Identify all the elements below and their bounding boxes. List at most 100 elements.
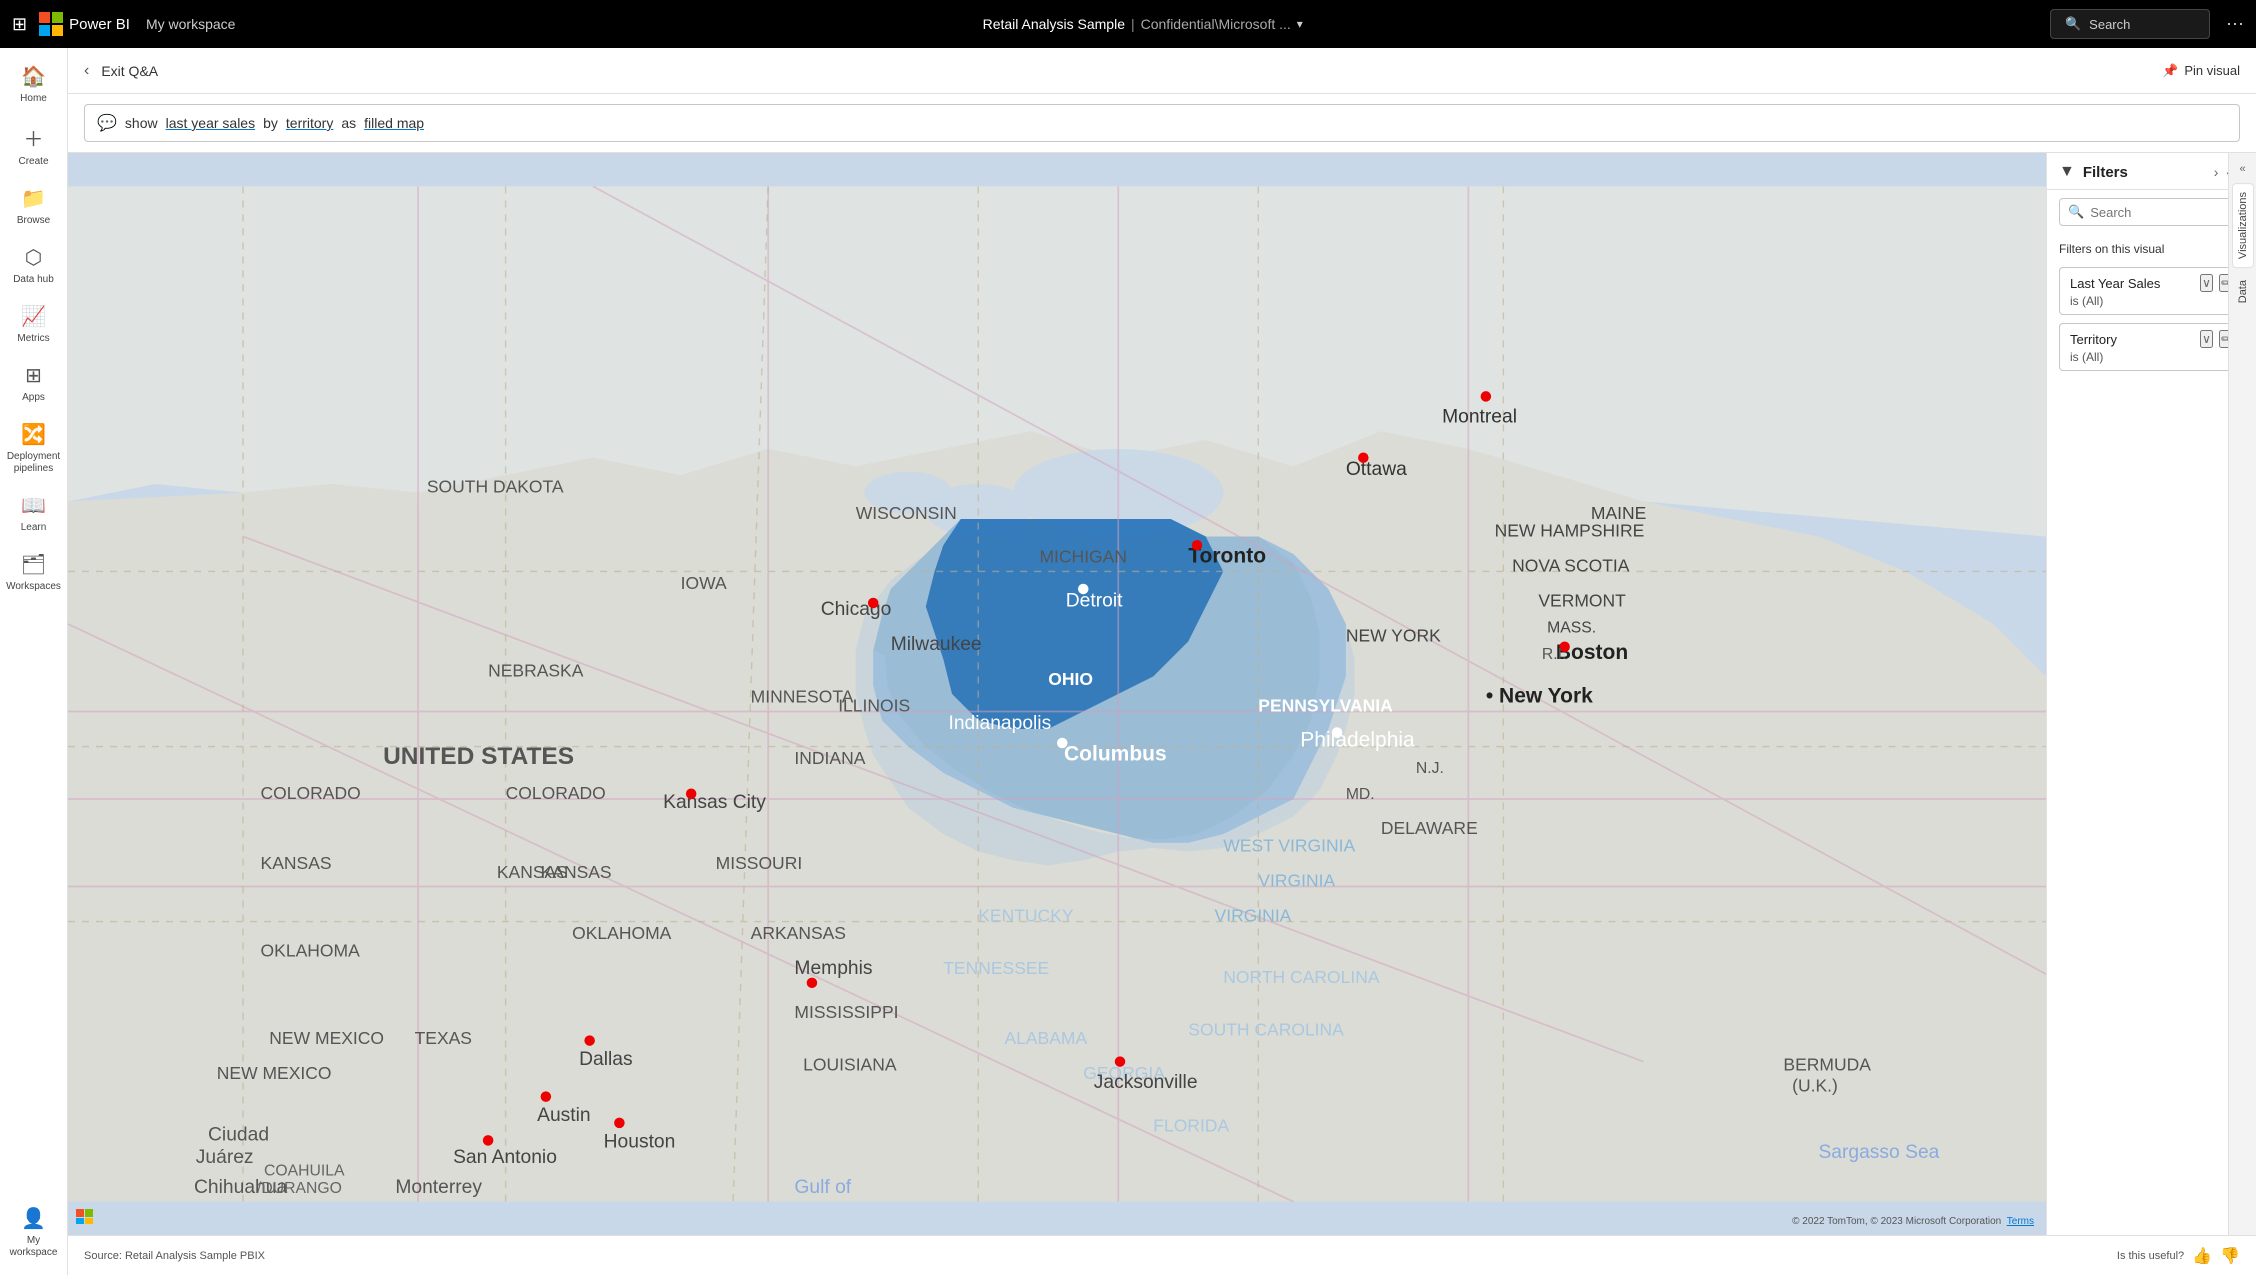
svg-text:NEW HAMPSHIRE: NEW HAMPSHIRE [1495,520,1645,540]
svg-text:SOUTH CAROLINA: SOUTH CAROLINA [1188,1019,1344,1039]
back-button[interactable]: ‹ [84,62,89,80]
title-chevron-icon[interactable]: ▾ [1297,17,1303,31]
svg-text:Dallas: Dallas [579,1049,633,1070]
grid-icon[interactable]: ⊞ [12,14,27,35]
thumbs-down-button[interactable]: 👎 [2220,1246,2240,1266]
main-layout: 🏠 Home ＋ Create 📁 Browse ⬡ Data hub 📈 Me… [0,48,2256,1275]
report-title: Retail Analysis Sample [983,16,1125,32]
svg-text:MASS.: MASS. [1547,620,1596,637]
svg-text:KANSAS: KANSAS [541,862,612,882]
svg-text:Indianapolis: Indianapolis [948,713,1051,734]
svg-text:Ottawa: Ottawa [1346,459,1407,480]
learn-icon: 📖 [21,493,46,518]
sidebar-item-workspaces[interactable]: 🗂 Workspaces [0,544,67,601]
filter-item-territory-header: Territory ∨ ✏ [2070,330,2233,348]
svg-text:San Antonio: San Antonio [453,1147,557,1168]
svg-text:NEW MEXICO: NEW MEXICO [269,1028,384,1048]
sidebar-label-datahub: Data hub [13,274,54,286]
filter-value-territory: is (All) [2070,350,2233,364]
svg-text:Jacksonville: Jacksonville [1094,1072,1198,1093]
svg-text:N.J.: N.J. [1416,760,1444,777]
svg-text:Gulf of: Gulf of [794,1177,851,1198]
sidebar-label-my-workspace: My workspace [4,1235,63,1259]
filter-item-territory: Territory ∨ ✏ is (All) [2059,323,2244,371]
svg-text:OKLAHOMA: OKLAHOMA [572,923,672,943]
svg-text:Montreal: Montreal [1442,407,1517,428]
svg-text:DELAWARE: DELAWARE [1381,818,1478,838]
sidebar-item-metrics[interactable]: 📈 Metrics [0,296,67,353]
svg-text:Milwaukee: Milwaukee [891,634,982,655]
svg-text:ALABAMA: ALABAMA [1004,1028,1087,1048]
home-icon: 🏠 [21,64,46,89]
microsoft-logo-icon [39,12,63,36]
create-icon: ＋ [24,123,44,152]
filters-title: Filters [2083,164,2206,181]
map-terms-link[interactable]: Terms [2007,1216,2034,1227]
svg-text:NORTH CAROLINA: NORTH CAROLINA [1223,967,1380,987]
search-label: Search [2089,17,2130,32]
browse-icon: 📁 [21,186,46,211]
map-copyright: © 2022 TomTom, © 2023 Microsoft Corporat… [1792,1216,2001,1227]
datahub-icon: ⬡ [25,245,42,270]
more-options-icon[interactable]: ⋯ [2226,14,2244,35]
map-attribution: © 2022 TomTom, © 2023 Microsoft Corporat… [1792,1216,2034,1227]
svg-text:Houston: Houston [604,1131,676,1152]
svg-text:COLORADO: COLORADO [506,783,606,803]
collapse-panel-button[interactable]: « [2235,159,2249,179]
deployment-icon: 🔀 [21,422,46,447]
search-button[interactable]: 🔍 Search [2050,9,2210,39]
sidebar-item-home[interactable]: 🏠 Home [0,56,67,113]
sidebar-item-deployment[interactable]: 🔀 Deployment pipelines [0,414,67,483]
sidebar-item-datahub[interactable]: ⬡ Data hub [0,237,67,294]
filters-expand-button[interactable]: › [2214,164,2219,180]
content-area: ‹ Exit Q&A 📌 Pin visual 💬 show last year… [68,48,2256,1275]
qa-query-prefix: show [125,115,158,131]
svg-text:MICHIGAN: MICHIGAN [1039,547,1127,567]
sidebar-item-learn[interactable]: 📖 Learn [0,485,67,542]
filter-chevron-button-2[interactable]: ∨ [2200,330,2213,348]
report-title-area: Retail Analysis Sample | Confidential\Mi… [983,16,1303,32]
svg-text:VIRGINIA: VIRGINIA [1258,871,1335,891]
workspaces-icon: 🗂 [21,552,46,577]
tab-data[interactable]: Data [2233,272,2253,311]
svg-text:(U.K.): (U.K.) [1792,1075,1838,1095]
filter-title-last-year-sales: Last Year Sales [2070,276,2160,291]
sidebar-item-my-workspace[interactable]: 👤 My workspace [0,1198,67,1267]
sidebar-item-create[interactable]: ＋ Create [0,115,67,176]
svg-text:Kansas City: Kansas City [663,792,766,813]
map-container[interactable]: Montreal Ottawa NOVA SCOTIA MAINE NEW HA… [68,153,2046,1235]
svg-text:/DURANGO: /DURANGO [257,1180,342,1197]
svg-text:SOUTH DAKOTA: SOUTH DAKOTA [427,477,564,497]
svg-text:OHIO: OHIO [1048,669,1093,689]
ms-logo: Power BI [39,12,130,36]
svg-text:NEBRASKA: NEBRASKA [488,660,584,680]
tab-visualizations[interactable]: Visualizations [2232,183,2254,268]
svg-text:BERMUDA: BERMUDA [1783,1054,1871,1074]
filters-panel: ▼ Filters › « » 🔍 Filters on this visual [2046,153,2256,1235]
sidebar-label-workspaces: Workspaces [6,581,61,593]
qa-query-term1: last year sales [166,115,255,131]
useful-section: Is this useful? 👍 👎 [2117,1246,2240,1266]
svg-text:TENNESSEE: TENNESSEE [943,958,1049,978]
sidebar-label-home: Home [20,93,47,105]
qa-bubble-icon: 💬 [97,113,117,133]
sidebar-label-learn: Learn [21,522,47,534]
filter-chevron-button-1[interactable]: ∨ [2200,274,2213,292]
qa-bar: 💬 show last year sales by territory as f… [68,94,2256,153]
qa-input-box[interactable]: 💬 show last year sales by territory as f… [84,104,2240,142]
apps-icon: ⊞ [25,363,42,388]
bottom-bar: Source: Retail Analysis Sample PBIX Is t… [68,1235,2256,1275]
filter-item-last-year-sales: Last Year Sales ∨ ✏ is (All) [2059,267,2244,315]
sidebar-label-apps: Apps [22,392,45,404]
workspace-label[interactable]: My workspace [146,16,235,32]
svg-text:TEXAS: TEXAS [415,1028,472,1048]
back-icon: ‹ [84,62,89,80]
sidebar-item-apps[interactable]: ⊞ Apps [0,355,67,412]
sidebar-item-browse[interactable]: 📁 Browse [0,178,67,235]
thumbs-up-button[interactable]: 👍 [2192,1246,2212,1266]
filters-search-icon: 🔍 [2068,204,2084,220]
map-background: Montreal Ottawa NOVA SCOTIA MAINE NEW HA… [68,153,2046,1235]
qa-query-term2: territory [286,115,333,131]
topbar: ⊞ Power BI My workspace Retail Analysis … [0,0,2256,48]
pin-visual-button[interactable]: 📌 Pin visual [2162,63,2240,79]
